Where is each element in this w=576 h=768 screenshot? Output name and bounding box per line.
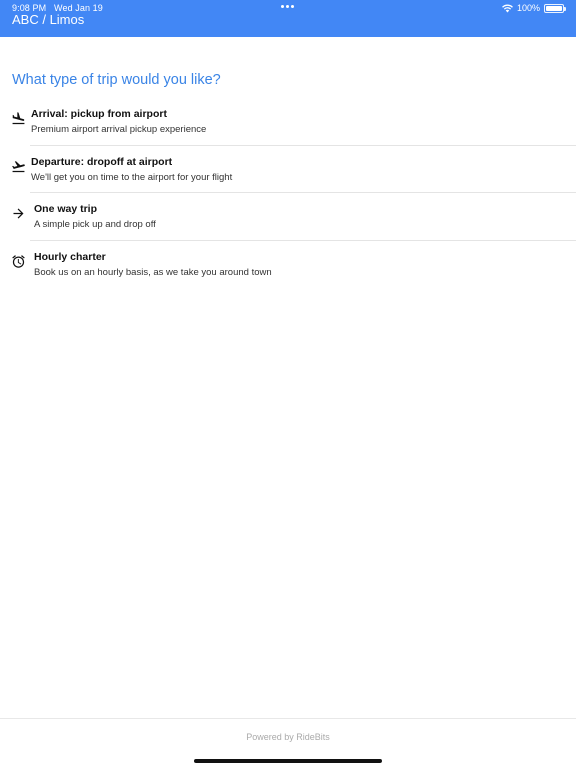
battery-percentage: 100% <box>516 3 540 13</box>
trip-option-subtitle: Premium airport arrival pickup experienc… <box>31 124 207 135</box>
wifi-icon <box>502 4 513 12</box>
trip-option-subtitle: We'll get you on time to the airport for… <box>31 171 233 183</box>
trip-option-arrival[interactable]: Arrival: pickup from airport Premium air… <box>0 98 576 146</box>
trip-option-title: One way trip <box>34 203 98 215</box>
trip-option-one-way[interactable]: One way trip A simple pick up and drop o… <box>0 193 576 241</box>
flight-land-icon <box>11 111 26 126</box>
trip-option-title: Hourly charter <box>34 250 106 263</box>
trip-option-title: Departure: dropoff at airport <box>31 155 173 168</box>
battery-icon <box>544 3 566 13</box>
trip-option-departure[interactable]: Departure: dropoff at airport We'll get … <box>0 146 576 193</box>
app-screen: 9:08 PM Wed Jan 19 100% ABC / Limos What… <box>0 0 576 768</box>
home-indicator[interactable] <box>194 759 382 763</box>
alarm-clock-icon <box>11 254 26 269</box>
footer-divider <box>0 718 576 719</box>
trip-option-subtitle: Book us on an hourly basis, as we take y… <box>34 266 272 278</box>
trip-option-hourly[interactable]: Hourly charter Book us on an hourly basi… <box>0 241 576 289</box>
trip-options-list: Arrival: pickup from airport Premium air… <box>0 98 576 288</box>
trip-option-title: Arrival: pickup from airport <box>31 108 167 120</box>
status-indicators: 100% <box>502 3 566 13</box>
app-header: 9:08 PM Wed Jan 19 100% ABC / Limos <box>0 0 576 37</box>
powered-by-footer: Powered by RideBits <box>246 732 330 742</box>
trip-option-subtitle: A simple pick up and drop off <box>34 219 156 230</box>
multitasking-dots-icon[interactable] <box>281 5 294 8</box>
app-title: ABC / Limos <box>12 12 85 27</box>
flight-takeoff-icon <box>11 159 26 174</box>
trip-type-question: What type of trip would you like? <box>12 72 221 88</box>
arrow-right-icon <box>11 206 26 221</box>
